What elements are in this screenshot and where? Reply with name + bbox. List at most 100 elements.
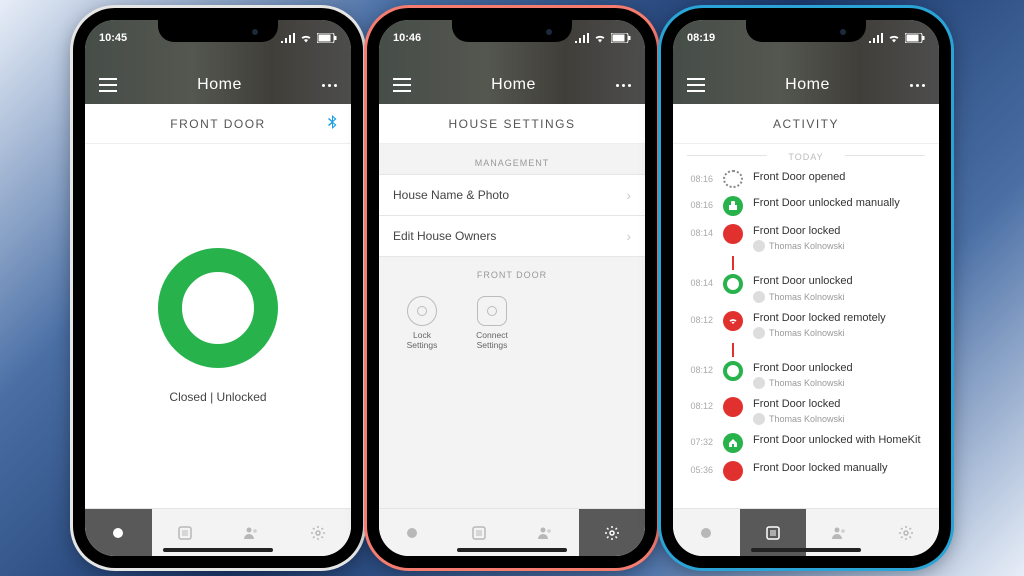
menu-icon[interactable] [393,78,411,92]
activity-body: Front Door opened [753,170,925,184]
activity-time: 08:16 [683,170,713,184]
tile-connect-settings[interactable]: Connect Settings [467,296,517,350]
tab-settings[interactable] [285,509,352,556]
screen: 10:46 Home HOUSE SETTINGS MANAGEMENT Hou… [379,20,645,556]
row-house-name[interactable]: House Name & Photo › [379,174,645,216]
activity-list[interactable]: 08:16 Front Door opened 08:16 Front Door un… [673,166,939,508]
avatar-icon [753,291,765,303]
unlocked-ring-icon [723,274,743,294]
signal-icon [575,33,589,43]
activity-time: 08:12 [683,311,713,325]
activity-title: Front Door locked manually [753,461,925,475]
locked-icon [723,461,743,481]
status-time: 10:46 [393,32,421,44]
wifi-icon [593,33,607,43]
day-label: TODAY [673,144,939,166]
unlocked-icon [723,196,743,216]
activity-body: Front Door unlocked with HomeKit [753,433,925,447]
tab-home[interactable] [673,509,740,556]
activity-row[interactable]: 08:14Front Door unlockedThomas Kolnowski [683,270,925,306]
activity-time: 08:12 [683,397,713,411]
activity-row[interactable]: 08:16 Front Door opened [683,166,925,192]
page-title: ACTIVITY [673,104,939,144]
signal-icon [869,33,883,43]
header-title: Home [491,76,536,94]
timeline-segment [732,256,734,270]
activity-user: Thomas Kolnowski [753,327,925,339]
battery-icon [317,33,337,43]
activity-title: Front Door locked remotely [753,311,925,325]
activity-body: Front Door unlocked manually [753,196,925,210]
row-edit-owners[interactable]: Edit House Owners › [379,215,645,257]
avatar-icon [753,377,765,389]
avatar-icon [753,413,765,425]
tile-row: Lock Settings Connect Settings [379,286,645,360]
status-time: 08:19 [687,32,715,44]
connect-icon [477,296,507,326]
lock-icon [407,296,437,326]
activity-body: Front Door locked manually [753,461,925,475]
lock-ring[interactable] [158,248,278,368]
settings-content: MANAGEMENT House Name & Photo › Edit Hou… [379,144,645,508]
more-icon[interactable] [910,78,925,92]
activity-body: Front Door lockedThomas Kolnowski [753,224,925,252]
activity-row[interactable]: 08:16 Front Door unlocked manually [683,192,925,220]
menu-icon[interactable] [687,78,705,92]
activity-user: Thomas Kolnowski [753,377,925,389]
activity-title: Front Door unlocked [753,274,925,288]
activity-row[interactable]: 08:12 Front Door locked remotely Thomas Ko… [683,307,925,343]
activity-time: 08:16 [683,196,713,210]
status-icons [281,33,337,43]
activity-body: Front Door locked remotely Thomas Kolnows… [753,311,925,339]
activity-row[interactable]: 08:14 Front Door lockedThomas Kolnowski [683,220,925,256]
activity-body: Front Door unlocked Thomas Kolnowski [753,274,925,302]
status-icons [869,33,925,43]
page-title: FRONT DOOR [85,104,351,144]
activity-title: Front Door unlocked [753,361,925,375]
activity-user: Thomas Kolnowski [753,413,925,425]
activity-time: 05:36 [683,461,713,475]
activity-row[interactable]: 08:12 Front Door unlocked Thomas Kolnowski [683,357,925,393]
tab-settings[interactable] [579,509,646,556]
lock-status-text: Closed | Unlocked [169,390,266,404]
section-label-management: MANAGEMENT [379,144,645,174]
more-icon[interactable] [322,78,337,92]
avatar-icon [753,327,765,339]
chevron-right-icon: › [626,228,631,244]
screen: 08:19 Home ACTIVITY TODAY 08:16 Front Doo… [673,20,939,556]
phone-frame-3: 08:19 Home ACTIVITY TODAY 08:16 Front Doo… [661,8,951,568]
avatar-icon [753,240,765,252]
activity-time: 08:12 [683,361,713,375]
screen: 10:45 Home FRONT DOOR Closed | Unloc [85,20,351,556]
wifi-icon [299,33,313,43]
activity-time: 08:14 [683,224,713,238]
tab-home[interactable] [85,509,152,556]
activity-content: TODAY 08:16 Front Door opened 08:16 Front D… [673,144,939,508]
menu-icon[interactable] [99,78,117,92]
locked-icon [723,224,743,244]
tile-lock-settings[interactable]: Lock Settings [397,296,447,350]
home-indicator[interactable] [163,548,273,552]
notch [746,20,866,42]
activity-row[interactable]: 05:36 Front Door locked manually [683,457,925,485]
homekit-icon [723,433,743,453]
home-indicator[interactable] [751,548,861,552]
more-icon[interactable] [616,78,631,92]
home-indicator[interactable] [457,548,567,552]
wifi-icon [887,33,901,43]
notch [158,20,278,42]
activity-row[interactable]: 07:32Front Door unlocked with HomeKit [683,429,925,457]
lock-screen-content: Closed | Unlocked [85,144,351,508]
chevron-right-icon: › [626,187,631,203]
header-title: Home [785,76,830,94]
phone-frame-1: 10:45 Home FRONT DOOR Closed | Unloc [73,8,363,568]
locked-icon [723,397,743,417]
notch [452,20,572,42]
door-open-icon [723,170,743,188]
unlocked-ring-icon [723,361,743,381]
activity-user: Thomas Kolnowski [753,291,925,303]
activity-title: Front Door unlocked with HomeKit [753,433,925,447]
activity-row[interactable]: 08:12Front Door lockedThomas Kolnowski [683,393,925,429]
tab-settings[interactable] [873,509,940,556]
tab-home[interactable] [379,509,446,556]
